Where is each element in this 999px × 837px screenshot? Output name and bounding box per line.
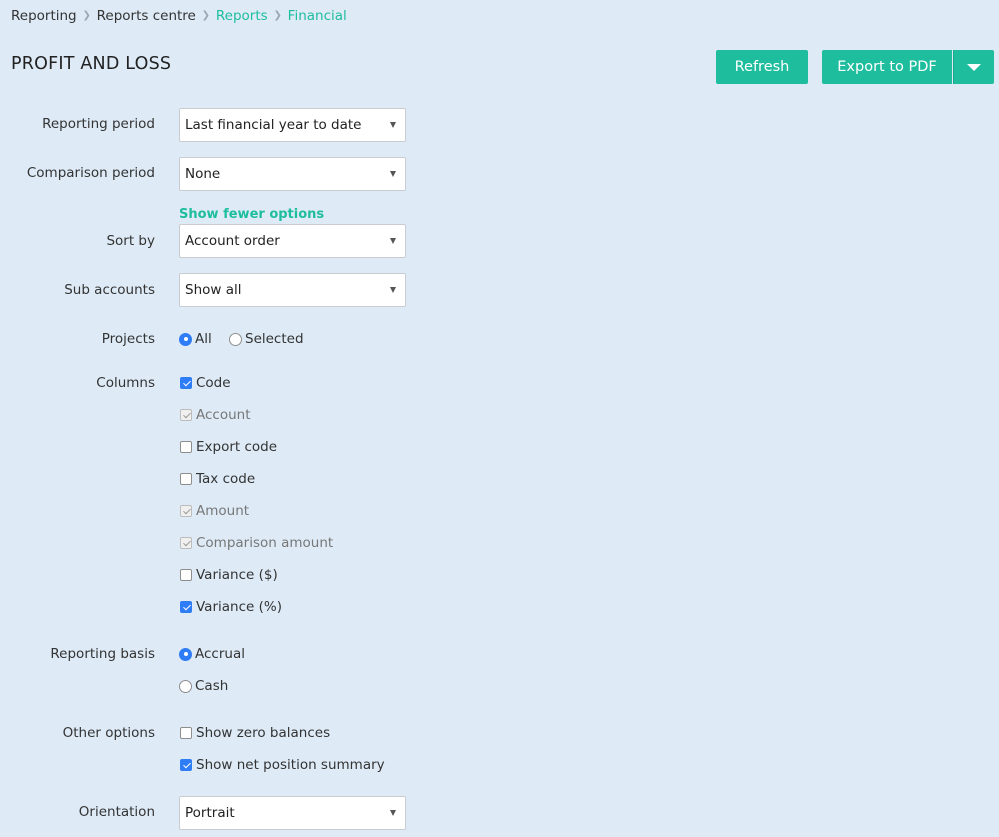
orientation-value: Portrait [185, 805, 235, 821]
refresh-button[interactable]: Refresh [716, 50, 808, 84]
checkbox-checked-icon [180, 759, 192, 771]
checkbox-checked-icon [180, 601, 192, 613]
chevron-right-icon: ❯ [82, 10, 91, 21]
column-account-checkbox: Account [179, 406, 251, 424]
show-net-position-summary-label: Show net position summary [196, 757, 385, 773]
projects-all-radio[interactable]: All [179, 330, 212, 348]
checkbox-disabled-icon [180, 537, 192, 549]
reporting-period-label: Reporting period [42, 116, 155, 132]
other-options-label: Other options [62, 725, 155, 741]
breadcrumb-reporting[interactable]: Reporting [11, 7, 77, 25]
comparison-period-label: Comparison period [26, 165, 155, 181]
projects-label: Projects [101, 331, 155, 347]
chevron-right-icon: ❯ [201, 10, 211, 21]
column-variance-dollar-label: Variance ($) [196, 567, 278, 583]
column-export-code-checkbox[interactable]: Export code [179, 438, 277, 456]
column-amount-label: Amount [196, 503, 250, 519]
columns-label: Columns [96, 375, 155, 391]
breadcrumb-reports[interactable]: Reports [216, 7, 268, 25]
checkbox-disabled-icon [180, 409, 192, 421]
show-fewer-options-link[interactable]: Show fewer options [179, 207, 324, 222]
projects-selected-label: Selected [245, 331, 304, 347]
dropdown-arrow-icon [390, 238, 396, 244]
show-net-position-summary-checkbox[interactable]: Show net position summary [179, 756, 385, 774]
export-to-pdf-button[interactable]: Export to PDF [822, 50, 952, 84]
breadcrumb-reports-centre[interactable]: Reports centre [97, 7, 196, 25]
comparison-period-select[interactable]: None [179, 157, 406, 191]
column-amount-checkbox: Amount [179, 502, 249, 520]
basis-cash-radio[interactable]: Cash [179, 677, 228, 695]
sort-by-label: Sort by [106, 233, 155, 249]
dropdown-arrow-icon [390, 287, 396, 293]
radio-unselected-icon [229, 332, 242, 346]
dropdown-arrow-icon [390, 810, 396, 816]
orientation-label: Orientation [78, 804, 155, 820]
reporting-period-value: Last financial year to date [185, 117, 362, 133]
sub-accounts-label: Sub accounts [64, 282, 155, 298]
column-code-label: Code [196, 375, 231, 391]
projects-selected-radio[interactable]: Selected [229, 330, 304, 348]
dropdown-arrow-icon [390, 122, 396, 128]
chevron-right-icon: ❯ [273, 10, 282, 21]
column-export-code-label: Export code [196, 439, 278, 455]
sub-accounts-select[interactable]: Show all [179, 273, 406, 307]
export-options-button[interactable] [953, 50, 994, 84]
basis-cash-label: Cash [195, 678, 229, 694]
column-tax-code-checkbox[interactable]: Tax code [179, 470, 255, 488]
breadcrumb-financial[interactable]: Financial [288, 7, 347, 25]
column-account-label: Account [196, 407, 251, 423]
column-tax-code-label: Tax code [196, 471, 256, 487]
checkbox-checked-icon [180, 377, 192, 389]
show-zero-balances-checkbox[interactable]: Show zero balances [179, 724, 330, 742]
radio-selected-icon [179, 647, 192, 661]
reporting-basis-label: Reporting basis [50, 646, 155, 662]
breadcrumb: Reporting ❯ Reports centre ❯ Reports ❯ F… [11, 7, 347, 25]
show-zero-balances-label: Show zero balances [196, 725, 331, 741]
comparison-period-value: None [185, 166, 221, 182]
column-variance-dollar-checkbox[interactable]: Variance ($) [179, 566, 278, 584]
dropdown-arrow-icon [390, 171, 396, 177]
checkbox-unchecked-icon [180, 473, 192, 485]
column-comparison-amount-checkbox: Comparison amount [179, 534, 333, 552]
sub-accounts-value: Show all [185, 282, 242, 298]
checkbox-unchecked-icon [180, 727, 192, 739]
checkbox-disabled-icon [180, 505, 192, 517]
sort-by-select[interactable]: Account order [179, 224, 406, 258]
profit-and-loss-page: Reporting ❯ Reports centre ❯ Reports ❯ F… [0, 0, 999, 837]
column-comparison-amount-label: Comparison amount [196, 535, 334, 551]
checkbox-unchecked-icon [180, 441, 192, 453]
reporting-period-select[interactable]: Last financial year to date [179, 108, 406, 142]
caret-down-icon [967, 63, 981, 71]
projects-all-label: All [195, 331, 212, 347]
column-code-checkbox[interactable]: Code [179, 374, 231, 392]
page-title: PROFIT AND LOSS [11, 54, 172, 74]
basis-accrual-label: Accrual [195, 646, 245, 662]
basis-accrual-radio[interactable]: Accrual [179, 645, 245, 663]
checkbox-unchecked-icon [180, 569, 192, 581]
orientation-select[interactable]: Portrait [179, 796, 406, 830]
sort-by-value: Account order [185, 233, 280, 249]
radio-selected-icon [179, 332, 192, 346]
column-variance-percent-label: Variance (%) [196, 599, 282, 615]
radio-unselected-icon [179, 679, 192, 693]
column-variance-percent-checkbox[interactable]: Variance (%) [179, 598, 282, 616]
